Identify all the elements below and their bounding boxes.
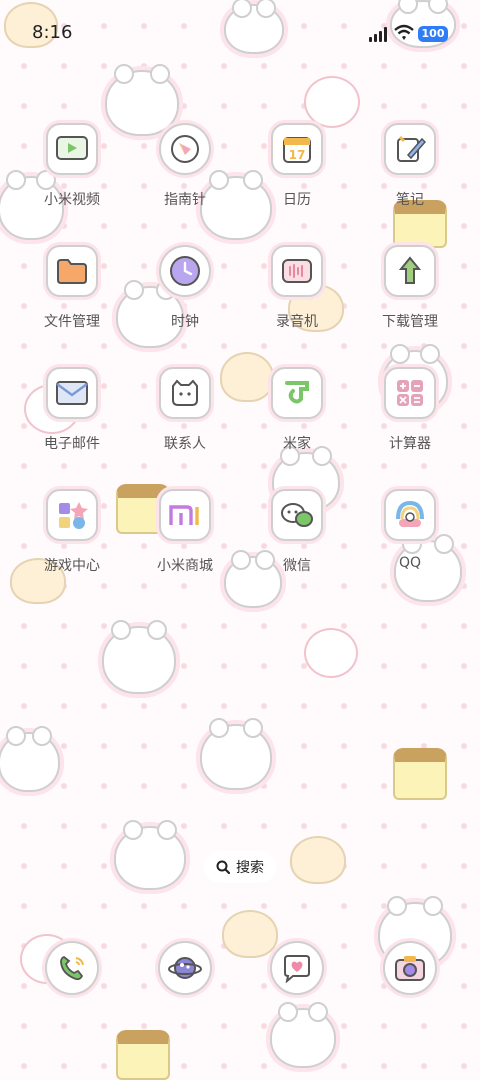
app-label: 电子邮件 [44,436,100,452]
qq-icon [384,489,436,541]
svg-text:17: 17 [289,148,306,162]
recorder-icon [271,245,323,297]
battery-icon: 100 [418,26,448,42]
mi-store-icon [159,489,211,541]
wallpaper-bear-sticker [270,1002,336,1068]
wallpaper-bear-sticker [114,820,186,890]
app-label: 米家 [283,436,311,452]
folder-icon [46,245,98,297]
calendar-icon: 17 [271,123,323,175]
app-compass[interactable]: 指南针 [130,123,240,209]
search-button[interactable]: 搜索 [204,851,276,883]
status-time: 8:16 [32,22,73,43]
download-icon [384,245,436,297]
wallpaper-bun-sticker [290,836,346,884]
browser-icon [158,941,212,995]
app-downloads[interactable]: 下载管理 [355,245,465,331]
app-qq[interactable]: QQ [355,489,465,571]
phone-icon [45,941,99,995]
wallpaper-bear-sticker [0,726,60,792]
app-mijia[interactable]: 米家 [242,367,352,453]
dock-browser[interactable] [130,941,240,995]
search-label: 搜索 [236,860,264,876]
app-mi-video[interactable]: 小米视频 [17,123,127,209]
app-file-manager[interactable]: 文件管理 [17,245,127,331]
wallpaper-swirl-sticker [304,76,360,128]
app-label: 小米商城 [157,558,213,574]
app-calendar[interactable]: 17 日历 [242,123,352,209]
mijia-icon [271,367,323,419]
wallpaper-swirl-sticker [304,628,358,678]
app-wechat[interactable]: 微信 [242,489,352,575]
wechat-icon [271,489,323,541]
calculator-icon [384,367,436,419]
app-label: 录音机 [276,314,318,330]
app-label: 联系人 [164,436,206,452]
app-label: 笔记 [396,192,424,208]
app-label: 文件管理 [44,314,100,330]
app-game-center[interactable]: 游戏中心 [17,489,127,575]
messages-icon [270,941,324,995]
dock-phone[interactable] [17,941,127,995]
app-label: 微信 [283,558,311,574]
status-bar: 8:16 100 [0,0,480,70]
app-calculator[interactable]: 计算器 [355,367,465,453]
wallpaper-bear-sticker [102,620,176,694]
app-label: 指南针 [164,192,206,208]
app-contacts[interactable]: 联系人 [130,367,240,453]
signal-icon [369,26,387,42]
camera-icon [383,941,437,995]
app-label: 小米视频 [44,192,100,208]
app-label: 日历 [283,192,311,208]
app-email[interactable]: 电子邮件 [17,367,127,453]
dock-camera[interactable] [355,941,465,995]
wallpaper-pudding-sticker [116,1030,170,1080]
compass-icon [159,123,211,175]
app-label: 游戏中心 [44,558,100,574]
contacts-icon [159,367,211,419]
app-mi-store[interactable]: 小米商城 [130,489,240,575]
notes-icon [384,123,436,175]
app-recorder[interactable]: 录音机 [242,245,352,331]
video-icon [46,123,98,175]
app-notes[interactable]: 笔记 [355,123,465,209]
wifi-icon [394,24,414,40]
wallpaper-pudding-sticker [393,748,447,800]
mail-icon [46,367,98,419]
app-clock[interactable]: 时钟 [130,245,240,331]
dock-messages[interactable] [242,941,352,995]
game-center-icon [46,489,98,541]
clock-icon [159,245,211,297]
app-label: QQ [398,555,422,571]
wallpaper-bear-sticker [200,718,272,790]
app-label: 下载管理 [382,314,438,330]
search-icon [216,860,230,874]
app-label: 计算器 [389,436,431,452]
app-label: 时钟 [171,314,199,330]
